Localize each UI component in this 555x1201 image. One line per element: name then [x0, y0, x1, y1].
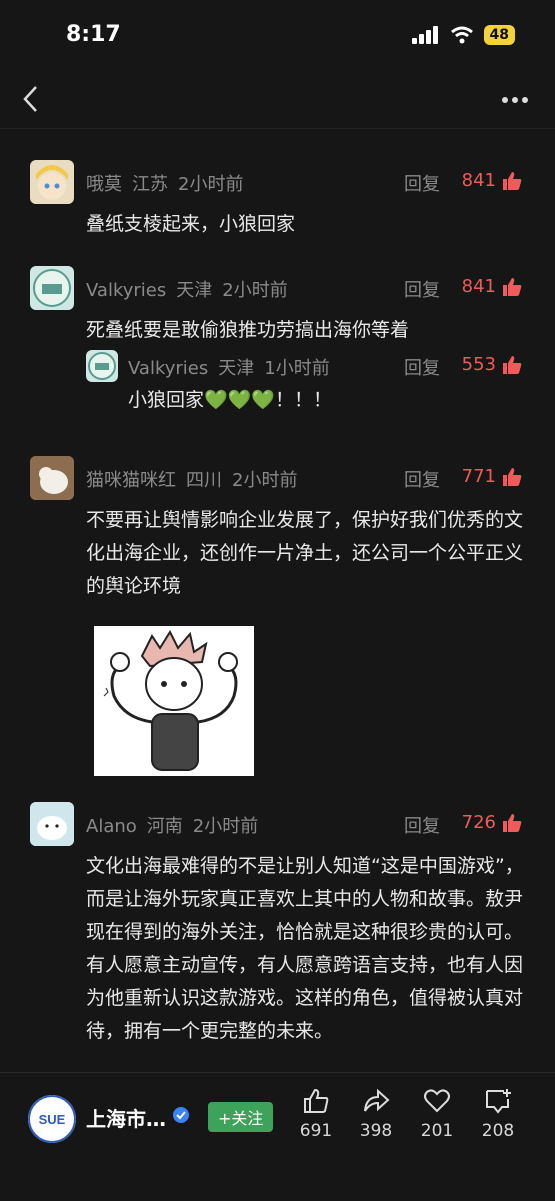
status-bar: 8:17 48	[0, 0, 555, 70]
comment-meta: 哦莫 江苏 2小时前	[86, 170, 253, 196]
timestamp: 2小时前	[192, 816, 259, 837]
comment-text: 文化出海最难得的不是让别人知道“这是中国游戏”，而是让海外玩家真正喜欢上其中的人…	[86, 855, 524, 1042]
comment-count: 208	[481, 1121, 515, 1141]
thumbs-up-icon	[503, 467, 522, 486]
comment-item: 哦莫 江苏 2小时前 回复 841 叠纸支棱起来，小狼回家	[30, 160, 530, 235]
timestamp: 2小时前	[222, 280, 288, 301]
thumbs-up-icon	[503, 813, 522, 832]
logo-text: SUE	[39, 1112, 66, 1127]
like-count: 726	[461, 812, 496, 833]
like-button[interactable]: 771	[462, 466, 522, 487]
location: 天津	[176, 280, 213, 301]
timestamp: 2小时前	[232, 470, 298, 491]
status-icons: 48	[411, 25, 515, 45]
comment-text: 不要再让舆情影响企业发展了，保护好我们优秀的文化出海企业，还创作一片净土，还公司…	[86, 509, 524, 597]
back-icon[interactable]	[20, 84, 40, 114]
comment-meta: 猫咪猫咪红 四川 2小时前	[86, 466, 307, 492]
comment-text: 小狼回家💚💚💚！！！	[128, 389, 332, 411]
thumbs-up-outline-icon	[304, 1088, 329, 1113]
reply-button[interactable]: 回复	[404, 812, 440, 838]
publisher-name[interactable]: 上海市…	[86, 1103, 166, 1132]
like-button[interactable]: 841	[462, 170, 522, 191]
like-button[interactable]: 841	[462, 276, 522, 297]
signal-icon	[411, 26, 438, 44]
reply-button[interactable]: 回复	[404, 276, 440, 302]
username[interactable]: 哦莫	[86, 174, 122, 195]
location: 河南	[146, 816, 183, 837]
username[interactable]: Valkyries	[128, 358, 208, 379]
comment-meta: Alano 河南 2小时前	[86, 812, 268, 838]
publisher-logo[interactable]: SUE	[28, 1095, 76, 1143]
comment-text: 死叠纸要是敢偷狼推功劳搞出海你等着	[86, 319, 410, 341]
like-count: 841	[461, 276, 496, 297]
like-button[interactable]: 726	[462, 812, 522, 833]
like-count: 841	[461, 170, 496, 191]
avatar[interactable]	[86, 350, 118, 382]
like-action[interactable]: 691	[286, 1087, 346, 1141]
comment-item: Valkyries 天津 2小时前 回复 841 死叠纸要是敢偷狼推功劳搞出海你等着	[30, 266, 530, 346]
thumbs-up-icon	[503, 355, 522, 374]
location: 天津	[218, 358, 255, 379]
avatar[interactable]	[30, 802, 74, 846]
comment-text: 叠纸支棱起来，小狼回家	[86, 213, 296, 235]
like-count: 691	[299, 1121, 333, 1141]
sticker-image[interactable]	[94, 626, 254, 776]
reply-button[interactable]: 回复	[404, 466, 440, 492]
more-icon[interactable]	[501, 96, 529, 104]
username[interactable]: Valkyries	[86, 280, 166, 301]
location: 四川	[186, 470, 222, 491]
location: 江苏	[132, 174, 168, 195]
heart-icon	[424, 1089, 450, 1113]
favorite-action[interactable]: 201	[407, 1087, 467, 1141]
comment-action[interactable]: 208	[468, 1087, 528, 1141]
timestamp: 1小时前	[264, 358, 330, 379]
status-time: 8:17	[66, 22, 121, 47]
like-count: 771	[461, 466, 496, 487]
comment-item: 猫咪猫咪红 四川 2小时前 回复 771 不要再让舆情影响企业发展了，保护好我们优秀…	[30, 456, 530, 786]
share-action[interactable]: 398	[346, 1087, 406, 1141]
reply-button[interactable]: 回复	[404, 170, 440, 196]
comment-meta: Valkyries 天津 2小时前	[86, 276, 298, 302]
thumbs-up-icon	[503, 171, 522, 190]
avatar[interactable]	[30, 456, 74, 500]
like-count: 553	[461, 354, 496, 375]
thumbs-up-icon	[503, 277, 522, 296]
username[interactable]: 猫咪猫咪红	[86, 470, 176, 491]
timestamp: 2小时前	[178, 174, 244, 195]
battery-icon: 48	[483, 25, 515, 45]
bottom-action-bar: SUE 上海市… +关注 691 398 201 208	[0, 1072, 555, 1201]
reply-item: Valkyries 天津 1小时前 回复 553 小狼回家💚💚💚！！！	[86, 350, 530, 420]
verified-icon	[173, 1107, 189, 1123]
favorite-count: 201	[420, 1121, 454, 1141]
wifi-icon	[450, 26, 473, 44]
follow-button[interactable]: +关注	[208, 1102, 274, 1132]
avatar[interactable]	[30, 160, 74, 204]
share-icon	[364, 1088, 390, 1112]
share-count: 398	[359, 1121, 393, 1141]
username[interactable]: Alano	[86, 816, 137, 837]
nav-bar	[0, 70, 555, 129]
comment-meta: Valkyries 天津 1小时前	[128, 354, 340, 380]
comment-item: Alano 河南 2小时前 回复 726 文化出海最难得的不是让别人知道“这是中国游…	[30, 802, 530, 1062]
like-button[interactable]: 553	[462, 354, 522, 375]
avatar[interactable]	[30, 266, 74, 310]
comment-plus-icon	[486, 1089, 511, 1114]
reply-button[interactable]: 回复	[404, 354, 440, 380]
